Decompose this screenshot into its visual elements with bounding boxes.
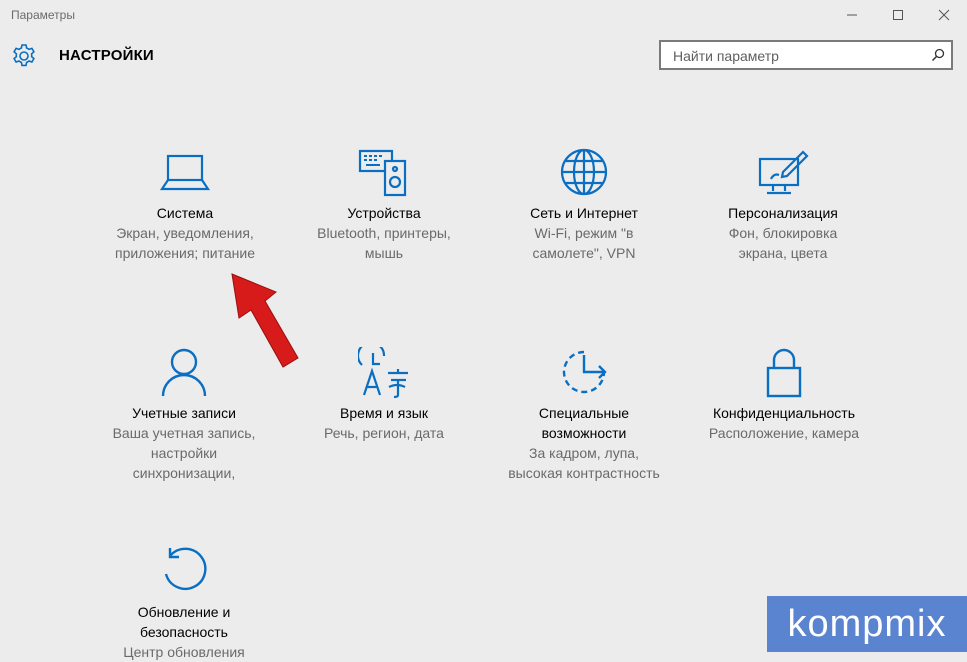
title-bar: Параметры xyxy=(0,0,967,32)
tile-description: мышь xyxy=(364,245,404,261)
search-input[interactable] xyxy=(671,46,925,66)
watermark: kompmix xyxy=(767,596,967,652)
laptop-icon xyxy=(159,154,211,191)
page-title: НАСТРОЙКИ xyxy=(59,47,154,64)
tile-description: Bluetooth, принтеры, xyxy=(317,225,451,241)
tile-title: Время и язык xyxy=(340,405,428,421)
tile-description: самолете", VPN xyxy=(532,245,636,261)
lock-icon xyxy=(766,348,802,398)
tile-network[interactable]: Сеть и Интернет Wi-Fi, режим "в самолете… xyxy=(489,147,679,263)
tile-description: Речь, регион, дата xyxy=(324,425,444,441)
minimize-icon xyxy=(847,14,857,16)
gear-icon xyxy=(13,44,35,67)
tile-update-security[interactable]: Обновление и безопасность Центр обновлен… xyxy=(89,546,279,662)
tile-devices[interactable]: Устройства Bluetooth, принтеры, мышь xyxy=(289,147,479,263)
tile-description: высокая контрастность xyxy=(508,465,660,481)
globe-icon xyxy=(560,148,608,196)
tile-description: Расположение, камера xyxy=(708,425,860,441)
maximize-button[interactable] xyxy=(875,0,921,30)
tile-description: Экран, уведомления, xyxy=(116,225,254,241)
tile-privacy[interactable]: Конфиденциальность Расположение, камера xyxy=(689,347,879,443)
tile-description: синхронизации, xyxy=(132,465,236,481)
tile-system[interactable]: Система Экран, уведомления, приложения; … xyxy=(90,147,280,263)
tile-description: настройки xyxy=(150,445,218,461)
time-language-icon xyxy=(358,347,408,399)
maximize-icon xyxy=(893,10,903,20)
tile-personalization[interactable]: Персонализация Фон, блокировка экрана, ц… xyxy=(688,147,878,263)
accessibility-icon xyxy=(562,350,607,394)
tile-title: Сеть и Интернет xyxy=(530,205,638,221)
devices-icon xyxy=(358,149,407,197)
tile-title: Устройства xyxy=(347,205,421,221)
minimize-button[interactable] xyxy=(829,0,875,30)
update-icon xyxy=(164,547,207,591)
tile-description: Центр обновления xyxy=(123,644,245,660)
tile-title: Обновление и xyxy=(137,604,231,620)
tile-title: Система xyxy=(156,205,214,221)
tile-description: Wi-Fi, режим "в xyxy=(534,225,634,241)
tile-description: Фон, блокировка xyxy=(728,225,838,241)
tile-title: Персонализация xyxy=(728,205,838,221)
tile-description: Ваша учетная запись, xyxy=(112,425,256,441)
close-button[interactable] xyxy=(921,0,967,30)
red-arrow-icon xyxy=(231,273,299,368)
tile-time-language[interactable]: Время и язык Речь, регион, дата xyxy=(289,347,479,443)
tile-title: возможности xyxy=(541,425,627,441)
tile-accessibility[interactable]: Специальные возможности За кадром, лупа,… xyxy=(489,347,679,483)
tile-title: Специальные xyxy=(538,405,630,421)
window-title: Параметры xyxy=(11,8,75,22)
tile-title: Конфиденциальность xyxy=(712,405,855,421)
search-box[interactable] xyxy=(659,40,953,70)
tile-title: Учетные записи xyxy=(132,405,236,421)
close-icon xyxy=(938,9,950,21)
tile-title: безопасность xyxy=(140,624,228,640)
tile-description: экрана, цвета xyxy=(738,245,828,261)
search-icon[interactable] xyxy=(931,48,945,62)
tile-description: За кадром, лупа, xyxy=(529,445,639,461)
tile-description: приложения; питание xyxy=(115,245,255,261)
personalization-icon xyxy=(758,150,809,195)
person-icon xyxy=(161,348,207,397)
